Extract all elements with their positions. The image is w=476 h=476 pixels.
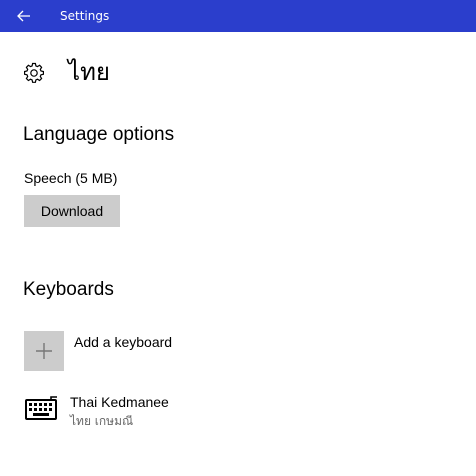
back-button[interactable]: [0, 0, 48, 32]
add-keyboard-label[interactable]: Add a keyboard: [74, 333, 172, 351]
keyboard-icon: [25, 396, 57, 420]
gear-icon: [24, 62, 44, 83]
keyboard-item-subtitle: ไทย เกษมณี: [70, 414, 134, 428]
language-options-heading: Language options: [23, 124, 175, 145]
keyboard-item-name: Thai Kedmanee: [70, 394, 169, 410]
back-arrow-icon: [17, 10, 30, 22]
title-bar: Settings: [0, 0, 476, 32]
page-title: ไทย: [68, 58, 110, 86]
keyboards-heading: Keyboards: [23, 279, 114, 300]
add-keyboard-button[interactable]: [24, 331, 64, 371]
app-title: Settings: [60, 9, 110, 23]
download-button[interactable]: Download: [24, 195, 120, 227]
keyboard-item-thai-kedmanee[interactable]: Thai Kedmanee ไทย เกษมณี: [24, 392, 444, 436]
plus-icon: [36, 343, 52, 359]
speech-label: Speech (5 MB): [24, 170, 118, 186]
